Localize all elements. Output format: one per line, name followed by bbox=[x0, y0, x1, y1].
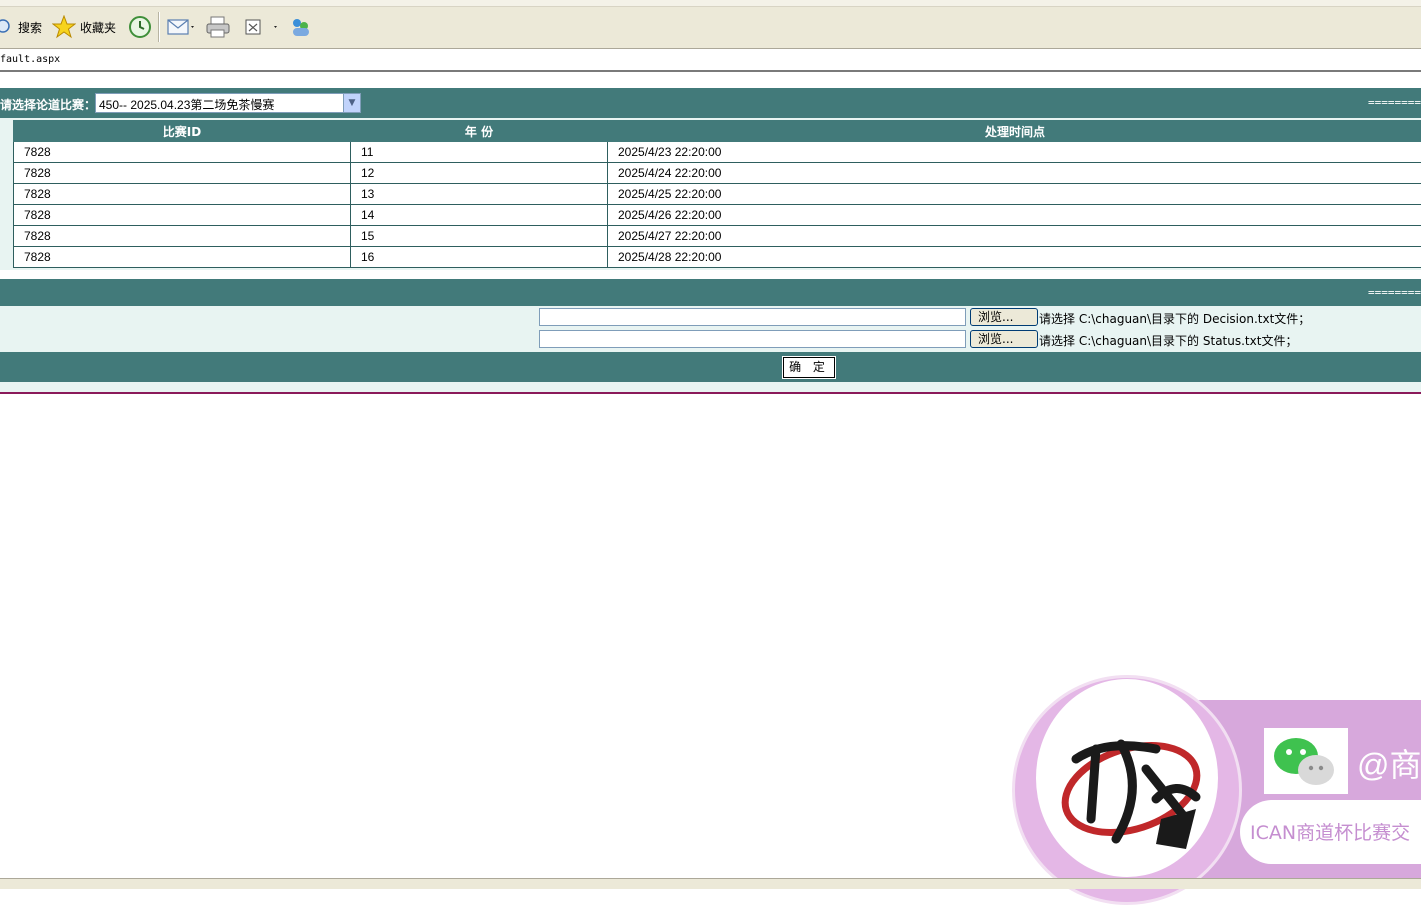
cell-process-time: 2025/4/28 22:20:00 bbox=[608, 247, 1421, 268]
column-header-race-id: 比赛ID bbox=[14, 121, 351, 142]
watermark-handle: @商 bbox=[1357, 740, 1421, 786]
mail-icon bbox=[166, 15, 196, 39]
cell-race-id: 7828 bbox=[14, 184, 351, 205]
cell-year: 13 bbox=[351, 184, 608, 205]
address-url: fault.aspx bbox=[0, 54, 60, 65]
toolbar-separator bbox=[158, 12, 160, 42]
cell-race-id: 7828 bbox=[14, 142, 351, 163]
search-label: 搜索 bbox=[18, 19, 42, 36]
messenger-toolbar-button[interactable] bbox=[288, 14, 314, 40]
cell-year: 16 bbox=[351, 247, 608, 268]
search-toolbar-button[interactable]: 搜索 bbox=[0, 14, 42, 40]
column-header-year: 年 份 bbox=[351, 121, 608, 142]
wechat-badge bbox=[1264, 728, 1348, 794]
cell-process-time: 2025/4/26 22:20:00 bbox=[608, 205, 1421, 226]
decision-file-input[interactable] bbox=[539, 308, 966, 326]
table-row: 7828 15 2025/4/27 22:20:00 bbox=[14, 226, 1421, 247]
table-row: 7828 11 2025/4/23 22:20:00 bbox=[14, 142, 1421, 163]
cell-process-time: 2025/4/24 22:20:00 bbox=[608, 163, 1421, 184]
watermark-caption: ICAN商道杯比赛交 bbox=[1250, 818, 1410, 845]
confirm-button[interactable]: 确 定 bbox=[783, 357, 835, 378]
favorites-label: 收藏夹 bbox=[80, 19, 116, 36]
cell-race-id: 7828 bbox=[14, 226, 351, 247]
logo-disc bbox=[1036, 679, 1218, 877]
table-row: 7828 12 2025/4/24 22:20:00 bbox=[14, 163, 1421, 184]
printer-icon bbox=[205, 15, 231, 39]
menu-strip bbox=[0, 0, 1421, 7]
cell-year: 11 bbox=[351, 142, 608, 163]
table-row: 7828 13 2025/4/25 22:20:00 bbox=[14, 184, 1421, 205]
calligraphy-logo-icon bbox=[1036, 679, 1218, 877]
status-file-input[interactable] bbox=[539, 330, 966, 348]
race-select-dropdown[interactable]: 450-- 2025.04.23第二场免茶慢赛 ▼ bbox=[95, 93, 361, 113]
history-icon bbox=[128, 15, 152, 39]
edit-toolbar-button[interactable] bbox=[244, 14, 280, 40]
divider bbox=[0, 392, 1421, 394]
decision-browse-button[interactable]: 浏览... bbox=[970, 308, 1038, 326]
cell-process-time: 2025/4/23 22:20:00 bbox=[608, 142, 1421, 163]
footer-band bbox=[0, 382, 1421, 392]
column-header-process-time: 处理时间点 bbox=[608, 121, 1421, 142]
edit-page-icon bbox=[244, 15, 280, 39]
cell-year: 15 bbox=[351, 226, 608, 247]
cell-year: 14 bbox=[351, 205, 608, 226]
separator-text: ======== bbox=[1368, 286, 1421, 299]
status-browse-button[interactable]: 浏览... bbox=[970, 330, 1038, 348]
table-row: 7828 16 2025/4/28 22:20:00 bbox=[14, 247, 1421, 268]
mail-toolbar-button[interactable] bbox=[166, 14, 196, 40]
decision-file-hint: 请选择 C:\chaguan\目录下的 Decision.txt文件； bbox=[1039, 310, 1310, 327]
status-bar bbox=[0, 878, 1421, 889]
cell-race-id: 7828 bbox=[14, 247, 351, 268]
print-toolbar-button[interactable] bbox=[205, 14, 231, 40]
table-row: 7828 14 2025/4/26 22:20:00 bbox=[14, 205, 1421, 226]
cell-race-id: 7828 bbox=[14, 205, 351, 226]
upload-header-bar: ======== bbox=[0, 279, 1421, 306]
browser-toolbar: 搜索 收藏夹 bbox=[0, 0, 1421, 49]
race-select-bar: 请选择论道比赛： 450-- 2025.04.23第二场免茶慢赛 ▼ =====… bbox=[0, 88, 1421, 118]
wechat-icon bbox=[1264, 728, 1348, 794]
history-toolbar-button[interactable] bbox=[128, 14, 152, 40]
schedule-table-area: 比赛ID 年 份 处理时间点 7828 11 2025/4/23 22:20:0… bbox=[0, 118, 1421, 270]
star-icon bbox=[52, 15, 76, 39]
separator-text: ======== bbox=[1368, 96, 1421, 109]
schedule-table: 比赛ID 年 份 处理时间点 7828 11 2025/4/23 22:20:0… bbox=[13, 120, 1421, 268]
messenger-icon bbox=[288, 15, 314, 39]
search-icon bbox=[0, 18, 14, 36]
race-select-value: 450-- 2025.04.23第二场免茶慢赛 bbox=[99, 96, 274, 113]
race-select-label: 请选择论道比赛： bbox=[0, 96, 96, 113]
chevron-down-icon[interactable]: ▼ bbox=[343, 94, 360, 112]
cell-year: 12 bbox=[351, 163, 608, 184]
cell-process-time: 2025/4/27 22:20:00 bbox=[608, 226, 1421, 247]
cell-process-time: 2025/4/25 22:20:00 bbox=[608, 184, 1421, 205]
address-bar[interactable]: fault.aspx bbox=[0, 50, 1421, 72]
cell-race-id: 7828 bbox=[14, 163, 351, 184]
table-header-row: 比赛ID 年 份 处理时间点 bbox=[14, 121, 1421, 142]
upload-section: 浏览... 请选择 C:\chaguan\目录下的 Decision.txt文件… bbox=[0, 306, 1421, 352]
status-file-hint: 请选择 C:\chaguan\目录下的 Status.txt文件； bbox=[1039, 332, 1297, 349]
favorites-toolbar-button[interactable]: 收藏夹 bbox=[52, 14, 116, 40]
confirm-bar: 确 定 bbox=[0, 352, 1421, 382]
